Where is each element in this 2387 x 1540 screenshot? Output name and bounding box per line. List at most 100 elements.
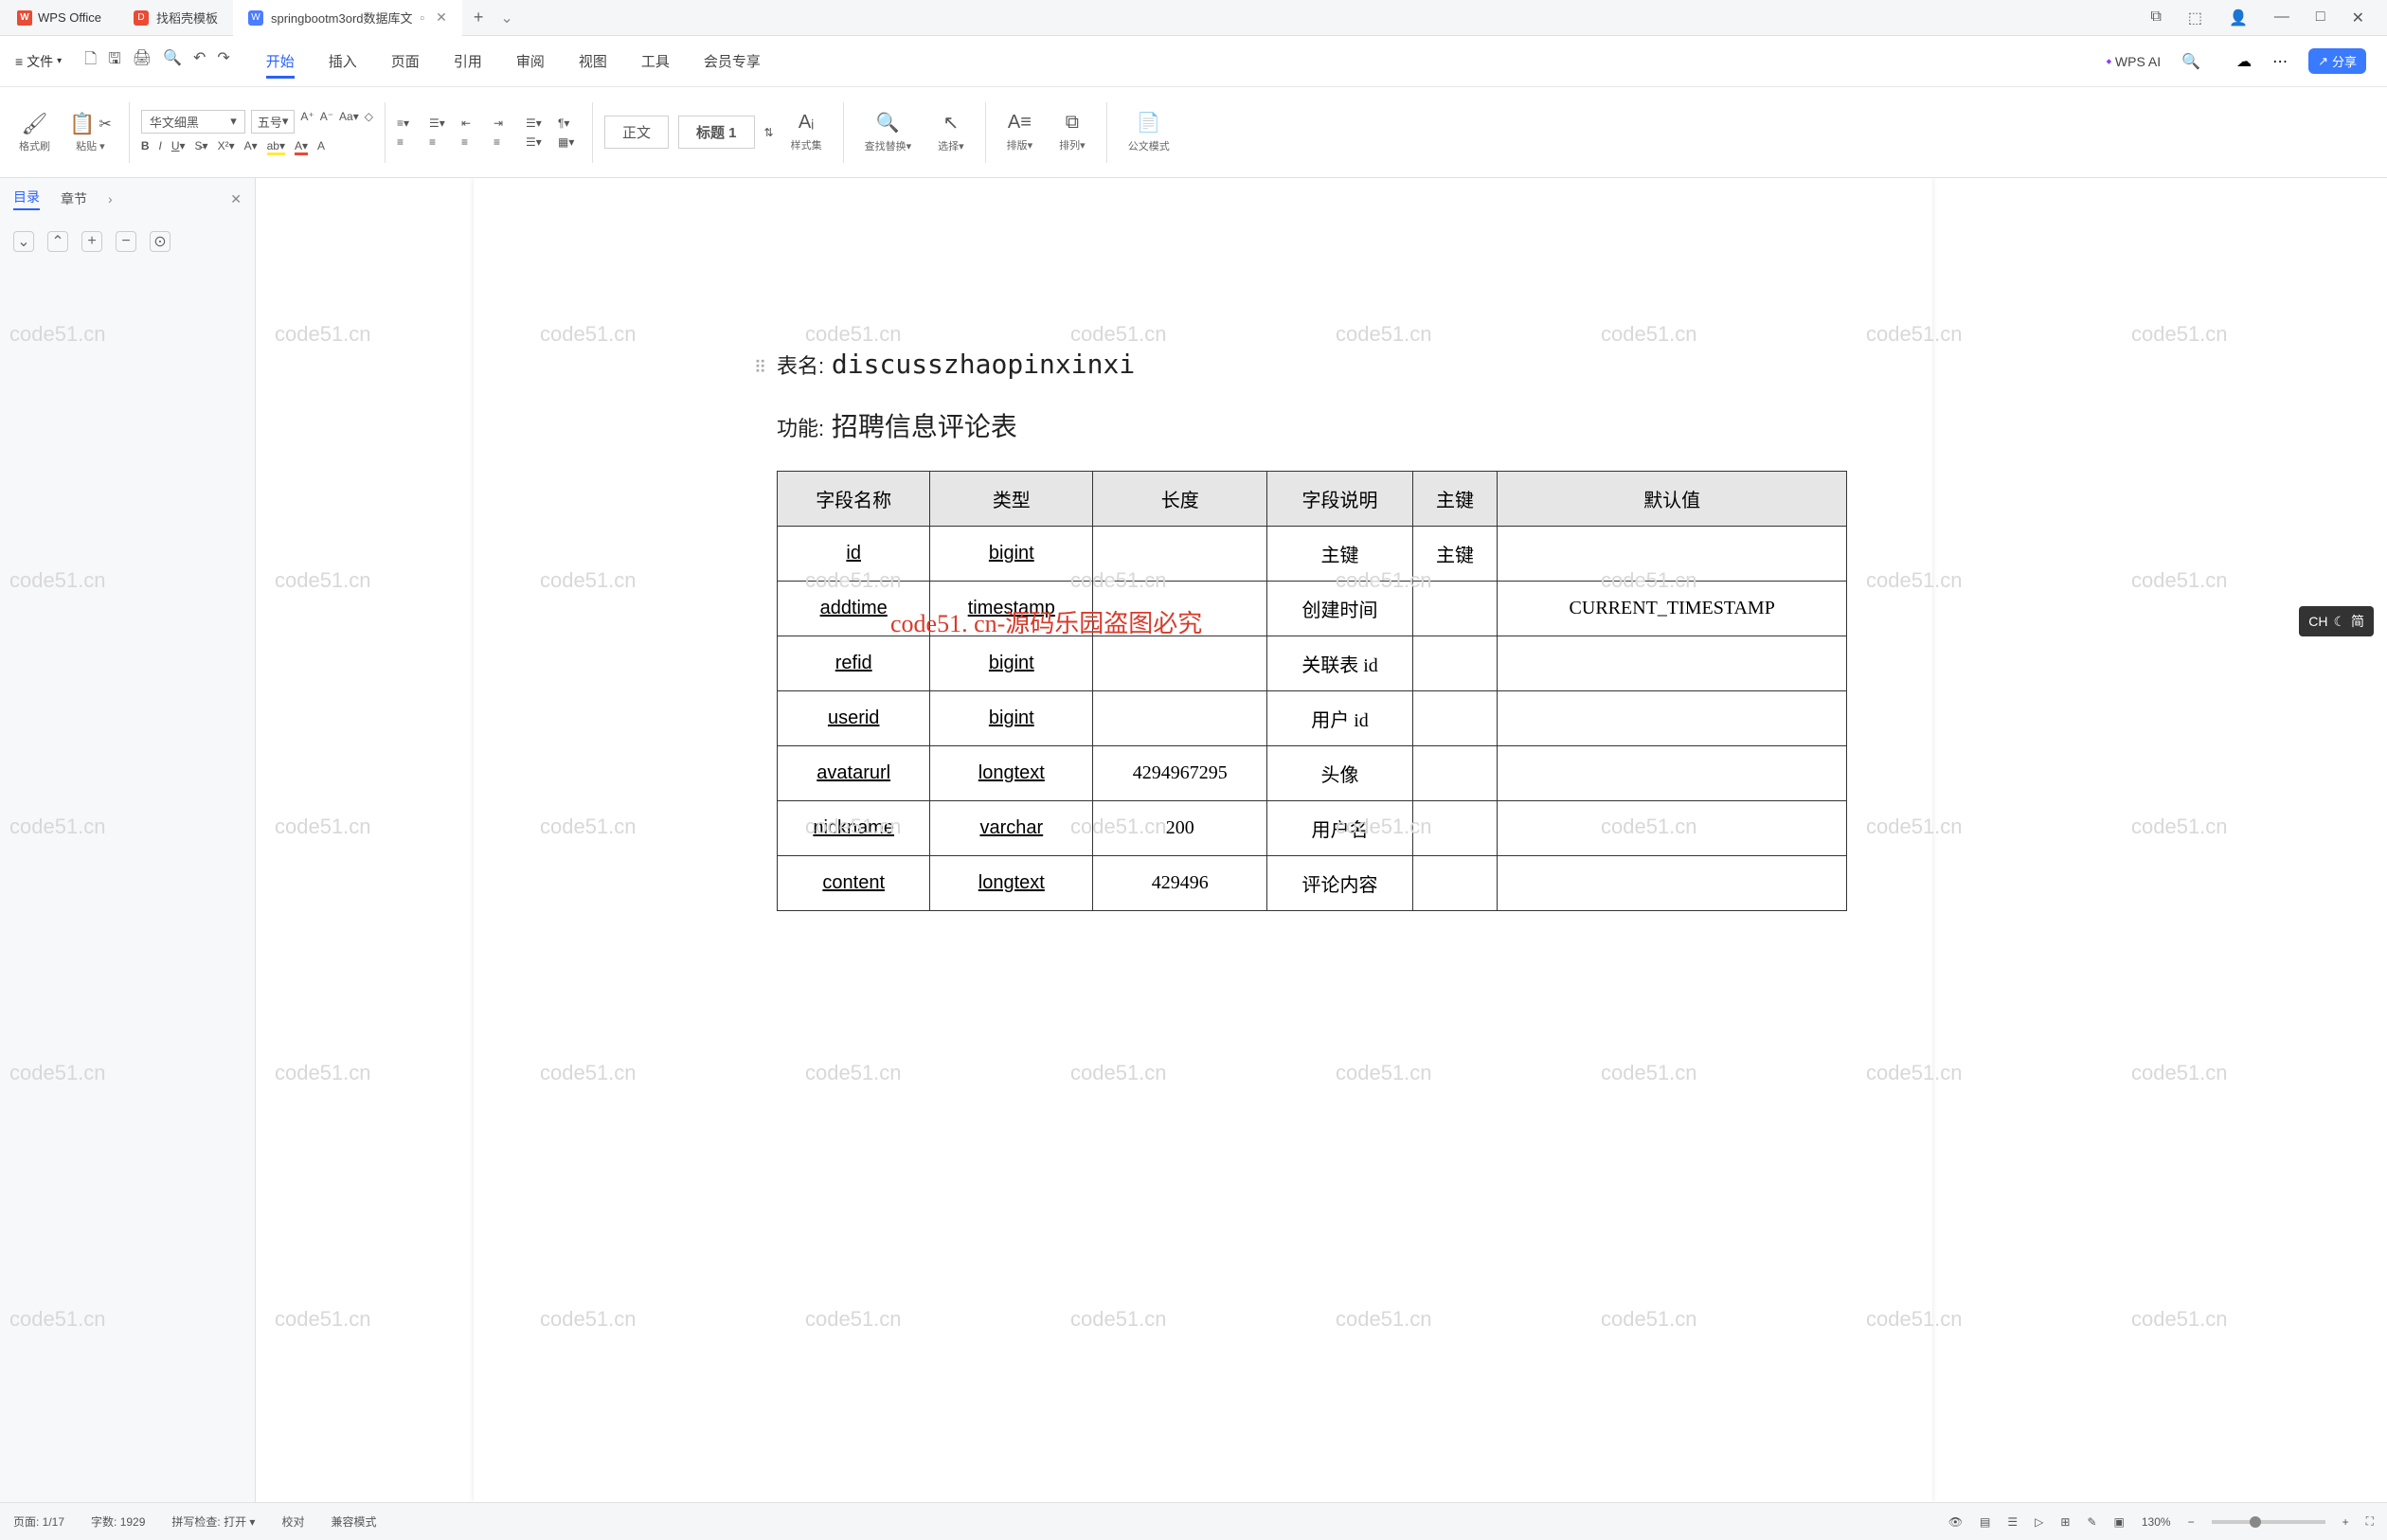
indent-increase-icon[interactable]: ⇥ [494, 116, 516, 130]
text-color-button[interactable]: A▾ [295, 139, 308, 155]
paste-group[interactable]: 📋 ✂ 粘贴 ▾ [63, 112, 117, 153]
font-family-select[interactable]: 华文细黑 ▾ [141, 110, 245, 134]
status-compat[interactable]: 兼容模式 [331, 1513, 376, 1530]
tab-member[interactable]: 会员专享 [704, 38, 761, 84]
redo-icon[interactable]: ↷ [217, 48, 229, 74]
italic-button[interactable]: I [158, 139, 161, 155]
line-spacing-icon[interactable]: ☰▾ [526, 135, 548, 149]
close-icon[interactable]: ✕ [230, 191, 242, 207]
grid-view-icon[interactable]: ⊞ [2060, 1515, 2070, 1529]
eye-icon[interactable]: 👁 [1948, 1515, 1963, 1529]
align-center-icon[interactable]: ≡ [429, 135, 452, 149]
tab-reference[interactable]: 引用 [454, 38, 482, 84]
shrink-font-icon[interactable]: A⁻ [320, 110, 333, 134]
outline-view-icon[interactable]: ☰ [2007, 1515, 2018, 1529]
font-size-select[interactable]: 五号 ▾ [251, 110, 296, 134]
indent-decrease-icon[interactable]: ⇤ [461, 116, 484, 130]
status-proof[interactable]: 校对 [281, 1513, 304, 1530]
style-normal[interactable]: 正文 [604, 116, 669, 149]
tab-template[interactable]: D 找稻壳模板 [118, 0, 233, 36]
status-spell[interactable]: 拼写检查: 打开 ▾ [171, 1513, 255, 1530]
remove-icon[interactable]: − [116, 231, 136, 252]
align-left-icon[interactable]: ≡ [397, 135, 420, 149]
cut-icon[interactable]: ✂ [99, 115, 111, 134]
bold-button[interactable]: B [141, 139, 150, 155]
search-icon[interactable]: 🔍 [2181, 52, 2200, 71]
collapse-icon[interactable]: ⌄ [13, 231, 34, 252]
nav-tab-chapter[interactable]: 章节 [61, 189, 87, 208]
font-color-button[interactable]: A▾ [244, 139, 258, 155]
maximize-button[interactable]: □ [2316, 9, 2325, 27]
fullscreen-icon[interactable]: ⛶ [2366, 1514, 2374, 1529]
note-icon[interactable]: ✎ [2087, 1515, 2096, 1529]
zoom-slider[interactable] [2212, 1520, 2325, 1524]
select-button[interactable]: ↖ 选择▾ [928, 111, 974, 153]
add-icon[interactable]: + [81, 231, 102, 252]
align-right-icon[interactable]: ≡ [461, 135, 484, 149]
zoom-value[interactable]: 130% [2142, 1515, 2171, 1529]
close-button[interactable]: ✕ [2352, 9, 2364, 27]
tab-expand-icon[interactable]: ▫ [421, 10, 425, 25]
clear-format-icon[interactable]: ◇ [365, 110, 373, 134]
page-view-icon[interactable]: ▤ [1980, 1515, 1990, 1529]
zoom-thumb[interactable] [2250, 1516, 2261, 1528]
nav-tab-outline[interactable]: 目录 [13, 188, 40, 210]
bullet-list-icon[interactable]: ≡▾ [397, 116, 420, 130]
layout-button[interactable]: ⧉ 排列▾ [1050, 112, 1095, 152]
style-set-button[interactable]: Aᵢ 样式集 [781, 112, 832, 152]
window-tab-icon[interactable]: ⧉ [2150, 9, 2161, 27]
more-icon[interactable]: ⋯ [2272, 52, 2288, 71]
tab-menu-dropdown[interactable]: ⌄ [500, 9, 512, 27]
expand-icon[interactable]: ⌃ [47, 231, 68, 252]
tab-tools[interactable]: 工具 [641, 38, 670, 84]
strike-button[interactable]: S̶▾ [195, 139, 208, 155]
wps-ai-button[interactable]: ⬩ WPS AI [2107, 53, 2161, 69]
superscript-button[interactable]: X²▾ [218, 139, 235, 155]
format-painter-group[interactable]: 🖌 格式刷 [13, 112, 56, 153]
highlight-button[interactable]: ab▾ [267, 139, 285, 155]
tab-document[interactable]: W springbootm3ord数据库文 ▫ ✕ [233, 0, 462, 36]
play-icon[interactable]: ▷ [2035, 1515, 2043, 1529]
print-icon[interactable]: 🖨 [133, 48, 152, 74]
zoom-in-icon[interactable]: + [2342, 1515, 2349, 1529]
save-icon[interactable]: 🖫 [108, 48, 121, 74]
avatar-icon[interactable]: 👤 [2229, 9, 2248, 27]
tab-home[interactable]: 开始 [266, 38, 295, 84]
cloud-icon[interactable]: ☁ [2236, 52, 2252, 71]
drag-handle-icon[interactable]: ⠿ [754, 358, 766, 378]
minimize-button[interactable]: — [2274, 9, 2289, 27]
char-shading-button[interactable]: A [317, 139, 325, 155]
zoom-out-icon[interactable]: − [2188, 1515, 2195, 1529]
underline-button[interactable]: U▾ [171, 139, 186, 155]
close-icon[interactable]: ✕ [436, 9, 447, 26]
style-heading1[interactable]: 标题 1 [678, 116, 755, 149]
tab-insert[interactable]: 插入 [329, 38, 357, 84]
add-tab-button[interactable]: + [462, 8, 495, 27]
sort-icon[interactable]: ☰▾ [526, 116, 548, 130]
show-marks-icon[interactable]: ¶▾ [558, 116, 581, 130]
share-button[interactable]: ↗ 分享 [2308, 48, 2366, 74]
doc-mode-button[interactable]: 📄 公文模式 [1119, 111, 1179, 153]
new-icon[interactable]: 🗋 [84, 48, 97, 74]
tab-page[interactable]: 页面 [391, 38, 420, 84]
grow-font-icon[interactable]: A⁺ [300, 110, 314, 134]
change-case-icon[interactable]: Aa▾ [339, 110, 359, 134]
file-menu[interactable]: ≡ 文件 ▾ [9, 52, 67, 71]
undo-icon[interactable]: ↶ [193, 48, 206, 74]
shading-icon[interactable]: ▦▾ [558, 135, 581, 149]
tab-review[interactable]: 审阅 [516, 38, 545, 84]
arrange-button[interactable]: A≡ 排版▾ [997, 112, 1043, 152]
status-page[interactable]: 页面: 1/17 [13, 1513, 64, 1530]
read-mode-icon[interactable]: ▣ [2114, 1515, 2125, 1529]
tab-view[interactable]: 视图 [579, 38, 607, 84]
number-list-icon[interactable]: ☰▾ [429, 116, 452, 130]
preview-icon[interactable]: 🔍 [163, 48, 182, 74]
justify-icon[interactable]: ≡ [494, 135, 516, 149]
style-more-icon[interactable]: ⇅ [764, 126, 774, 139]
status-words[interactable]: 字数: 1929 [91, 1513, 145, 1530]
chevron-right-icon[interactable]: › [108, 191, 113, 206]
cube-icon[interactable]: ⬚ [2188, 9, 2202, 27]
locate-icon[interactable]: ⊙ [150, 231, 170, 252]
find-replace-button[interactable]: 🔍 查找替换▾ [855, 111, 922, 153]
document-area[interactable]: ⠿ 表名: discusszhaopinxinxi 功能: 招聘信息评论表 字段… [256, 178, 2359, 1502]
